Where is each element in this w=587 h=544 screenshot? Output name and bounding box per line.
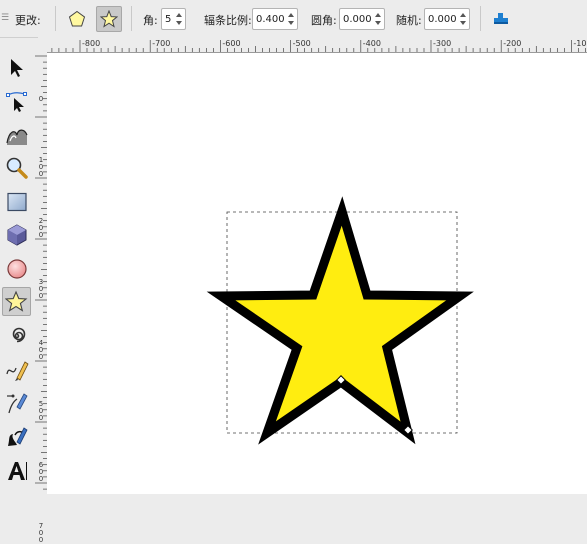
3d-box-tool[interactable] — [2, 220, 31, 249]
vertical-ruler-ticks — [35, 55, 47, 490]
ruler-label: -200 — [503, 39, 521, 48]
star-mode-button[interactable] — [96, 6, 122, 32]
rounded-label: 圆角: — [311, 14, 337, 27]
spoke-ratio-input[interactable] — [256, 12, 286, 26]
polygon-mode-button[interactable] — [64, 6, 90, 32]
ruler-label: -600 — [222, 39, 240, 48]
spoke-ratio-label: 辐条比例: — [204, 14, 252, 27]
zoom-tool[interactable] — [2, 153, 31, 182]
toolbox — [0, 52, 34, 494]
star-icon — [100, 10, 118, 28]
ruler-label: 0 — [38, 170, 44, 178]
toolbar-separator — [480, 6, 481, 31]
magnifier-icon — [6, 157, 28, 179]
decrement-arrow-icon[interactable] — [375, 21, 381, 25]
decrement-arrow-icon[interactable] — [176, 21, 182, 25]
calligraphy-tool[interactable] — [2, 422, 31, 451]
random-stepper[interactable] — [459, 10, 468, 28]
pentagon-icon — [68, 10, 86, 27]
increment-arrow-icon[interactable] — [460, 13, 466, 17]
reset-defaults-button[interactable] — [488, 6, 514, 32]
pencil-tool[interactable] — [2, 355, 31, 384]
ruler-label: 7 — [38, 522, 44, 530]
rectangle-tool[interactable] — [2, 187, 31, 216]
ruler-label: -300 — [433, 39, 451, 48]
ruler-label: -500 — [293, 39, 311, 48]
spiral-tool[interactable] — [2, 321, 31, 350]
spiral-icon — [12, 327, 26, 343]
ruler-label: 0 — [38, 292, 44, 300]
ruler-corner — [38, 37, 47, 52]
change-label: 更改: — [15, 14, 41, 27]
star-shape[interactable] — [206, 196, 474, 445]
toolbar-separator — [131, 6, 132, 31]
toolbar-grip-handle[interactable]: ☰ — [1, 13, 9, 23]
canvas-svg — [206, 196, 474, 445]
text-tool[interactable] — [2, 456, 31, 485]
rounded-stepper[interactable] — [374, 10, 383, 28]
random-spinbox[interactable] — [424, 8, 470, 30]
decrement-arrow-icon[interactable] — [288, 21, 294, 25]
reset-defaults-icon — [494, 13, 508, 24]
node-tool[interactable] — [2, 86, 31, 115]
drawing-canvas[interactable] — [47, 53, 587, 494]
text-tool-icon — [8, 462, 27, 480]
corners-label: 角: — [143, 14, 158, 27]
increment-arrow-icon[interactable] — [288, 13, 294, 17]
random-label: 随机: — [396, 14, 422, 27]
arrow-cursor-icon — [11, 59, 23, 77]
calligraphy-icon — [8, 427, 28, 446]
rounded-spinbox[interactable] — [339, 8, 385, 30]
ruler-label: 0 — [38, 475, 44, 483]
random-input[interactable] — [428, 12, 458, 26]
pencil-icon — [6, 361, 29, 381]
ruler-label: 0 — [38, 414, 44, 422]
circle-icon — [7, 259, 27, 279]
selector-tool[interactable] — [2, 53, 31, 82]
tool-controls-bar: ☰ 更改: 角: 辐条比例: 圆角: 随机: — [0, 0, 587, 38]
horizontal-ruler-ticks: -800 -700 -600 -500 -400 -300 -200 -100 — [51, 39, 587, 52]
star-tool-icon — [5, 290, 28, 312]
ruler-label: -800 — [82, 39, 100, 48]
ruler-label: -400 — [363, 39, 381, 48]
node-edit-icon — [6, 92, 27, 112]
tweak-wave-icon — [6, 129, 28, 145]
corners-stepper[interactable] — [175, 10, 184, 28]
ruler-label: -100 — [573, 39, 587, 48]
spoke-ratio-stepper[interactable] — [287, 10, 296, 28]
pen-bezier-icon — [7, 393, 28, 414]
ruler-label: 0 — [38, 231, 44, 239]
rectangle-icon — [7, 192, 27, 212]
ruler-label: 0 — [38, 95, 44, 103]
increment-arrow-icon[interactable] — [176, 13, 182, 17]
rounded-input[interactable] — [343, 12, 373, 26]
star-tool[interactable] — [2, 287, 31, 316]
ruler-label: 0 — [38, 536, 44, 544]
horizontal-ruler[interactable]: -800 -700 -600 -500 -400 -300 -200 -100 — [47, 37, 587, 53]
toolbar-separator — [55, 6, 56, 31]
ellipse-tool[interactable] — [2, 254, 31, 283]
ruler-label: 0 — [38, 529, 44, 537]
increment-arrow-icon[interactable] — [375, 13, 381, 17]
cube-icon — [7, 224, 27, 246]
tweak-tool[interactable] — [2, 120, 31, 149]
corners-spinbox[interactable] — [161, 8, 195, 30]
spoke-ratio-spinbox[interactable] — [252, 8, 298, 30]
decrement-arrow-icon[interactable] — [460, 21, 466, 25]
pen-tool[interactable] — [2, 388, 31, 417]
ruler-label: 0 — [38, 353, 44, 361]
ruler-label: -700 — [152, 39, 170, 48]
